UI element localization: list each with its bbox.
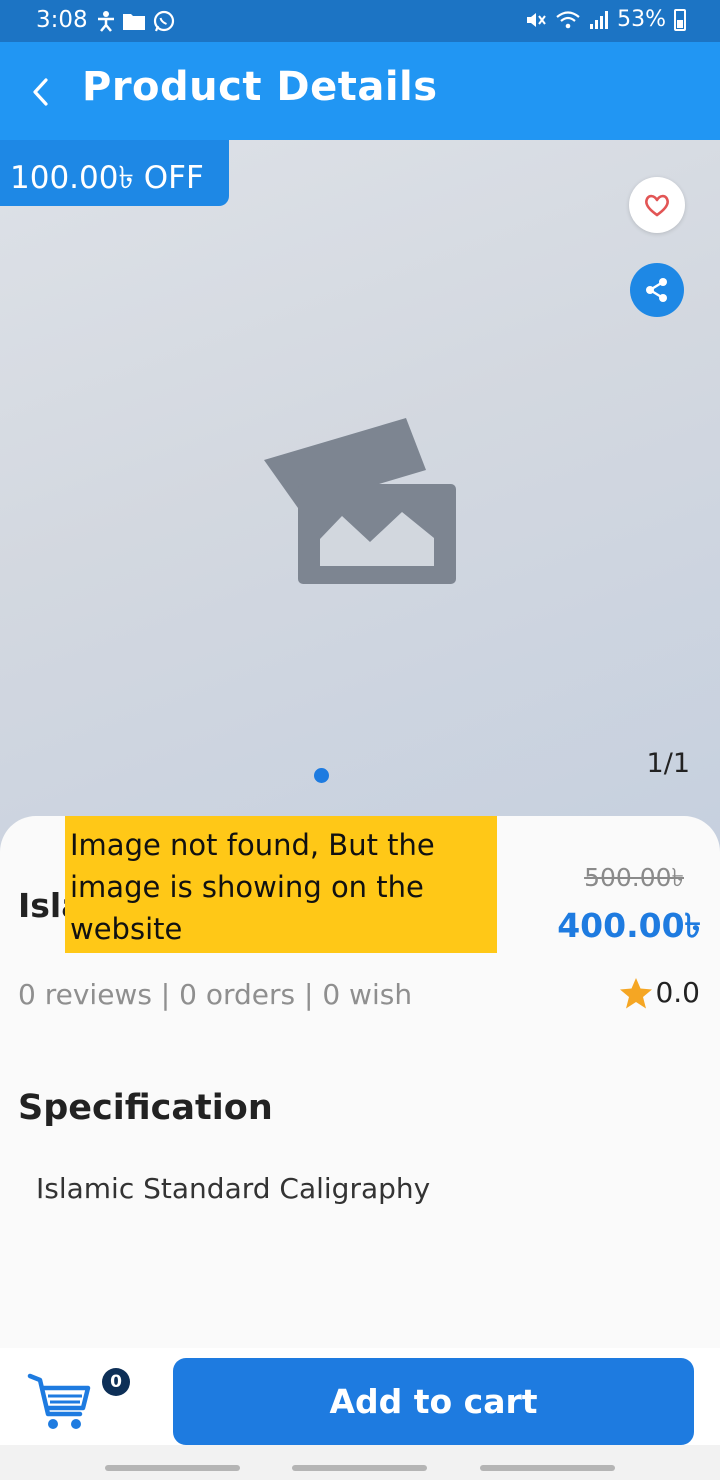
cart-button[interactable]: 0 bbox=[26, 1368, 136, 1438]
carousel-indicator-dot bbox=[314, 768, 329, 783]
add-to-cart-button[interactable]: Add to cart bbox=[173, 1358, 694, 1445]
back-button[interactable] bbox=[20, 70, 60, 114]
battery-icon bbox=[674, 8, 686, 31]
product-image-carousel[interactable]: 100.00৳ OFF 1/1 bbox=[0, 140, 720, 860]
nav-recents[interactable] bbox=[105, 1465, 240, 1471]
discounted-price: 400.00৳ bbox=[557, 906, 701, 945]
specification-heading: Specification bbox=[18, 1088, 273, 1128]
product-stats: 0 reviews | 0 orders | 0 wish bbox=[18, 978, 413, 1011]
bottom-action-bar: 0 Add to cart bbox=[0, 1348, 720, 1445]
rating-value: 0.0 bbox=[655, 976, 700, 1009]
page-title: Product Details bbox=[82, 64, 438, 110]
cart-icon bbox=[27, 1373, 91, 1429]
nav-back[interactable] bbox=[480, 1465, 615, 1471]
status-time: 3:08 bbox=[36, 7, 88, 33]
image-placeholder-icon bbox=[264, 418, 456, 584]
wifi-icon bbox=[556, 10, 580, 28]
share-button[interactable] bbox=[630, 263, 684, 317]
battery-percent: 53% bbox=[617, 7, 666, 32]
mute-icon bbox=[527, 12, 546, 27]
favorite-button[interactable] bbox=[629, 177, 685, 233]
cart-count-badge: 0 bbox=[102, 1368, 130, 1396]
app-bar: Product Details bbox=[0, 42, 720, 140]
status-right: 53% bbox=[525, 7, 686, 32]
accessibility-icon bbox=[98, 11, 114, 32]
folder-icon bbox=[123, 14, 145, 30]
annotation-note: Image not found, But the image is showin… bbox=[65, 816, 497, 953]
nav-home[interactable] bbox=[292, 1465, 427, 1471]
status-bar: 3:08 53% bbox=[0, 0, 720, 42]
image-counter: 1/1 bbox=[646, 748, 690, 779]
star-icon bbox=[620, 977, 653, 1008]
product-rating: 0.0 bbox=[619, 976, 700, 1009]
signal-icon bbox=[590, 10, 609, 29]
specification-text: Islamic Standard Caligraphy bbox=[36, 1172, 431, 1205]
heart-outline-icon bbox=[645, 194, 669, 217]
whatsapp-icon bbox=[153, 10, 175, 32]
status-left-icons bbox=[96, 9, 176, 33]
product-info-sheet: Isla Image not found, But the image is s… bbox=[0, 816, 720, 1376]
share-icon bbox=[646, 278, 667, 302]
chevron-left-icon bbox=[33, 78, 48, 106]
discount-badge: 100.00৳ OFF bbox=[0, 140, 229, 206]
system-navigation-bar bbox=[0, 1445, 720, 1480]
original-price: 500.00৳ bbox=[584, 863, 684, 892]
